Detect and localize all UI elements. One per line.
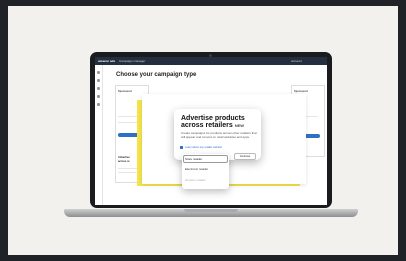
nav-tag[interactable]: Campaign manager [119,59,145,63]
laptop-notch [184,209,238,212]
sidebar-item-icon[interactable] [97,71,100,74]
content-card: amazon ads Campaign manager Account Choo… [8,6,398,255]
dropdown-option-selected[interactable]: Store retailer [185,157,202,161]
checkbox-icon[interactable] [180,146,183,149]
dropdown-option[interactable]: Grocery retailer [185,178,206,182]
page-title: Choose your campaign type [116,72,197,78]
sidebar-item-icon[interactable] [97,87,100,90]
laptop-screen: amazon ads Campaign manager Account Choo… [95,57,327,205]
sidebar-item-icon[interactable] [97,95,100,98]
app-logo[interactable]: amazon ads [98,59,115,63]
modal-title: Advertise products across retailers NEW [181,115,259,130]
card-subtitle-2: across re [118,160,130,163]
retailer-modal: Advertise products across retailers NEW … [174,109,261,160]
card-divider [118,122,138,123]
sidebar [95,65,103,205]
card-subtitle: Advertise [118,156,130,159]
card-divider [118,172,136,173]
account-menu[interactable]: Account [291,59,302,63]
sidebar-item-icon[interactable] [97,103,100,106]
retailer-dropdown[interactable]: Store retailer Electronic retailer Groce… [182,154,229,189]
frame: amazon ads Campaign manager Account Choo… [0,0,406,261]
dropdown-option[interactable]: Electronic retailer [185,167,208,171]
modal-title-line2: across retailers [181,122,233,130]
new-badge: NEW [234,123,245,129]
sidebar-item-icon[interactable] [97,79,100,82]
modal-description: Create campaigns for products across oth… [181,131,257,139]
card-title: Sponsored [118,90,132,93]
laptop-lid: amazon ads Campaign manager Account Choo… [90,52,332,208]
card-title: Sponsored [294,90,308,93]
continue-button[interactable]: Continue [234,153,256,160]
app-topbar: amazon ads Campaign manager Account [95,57,327,65]
modal-title-line1: Advertise products [181,115,245,122]
learn-more-link[interactable]: Learn about any retailer website [185,146,222,149]
